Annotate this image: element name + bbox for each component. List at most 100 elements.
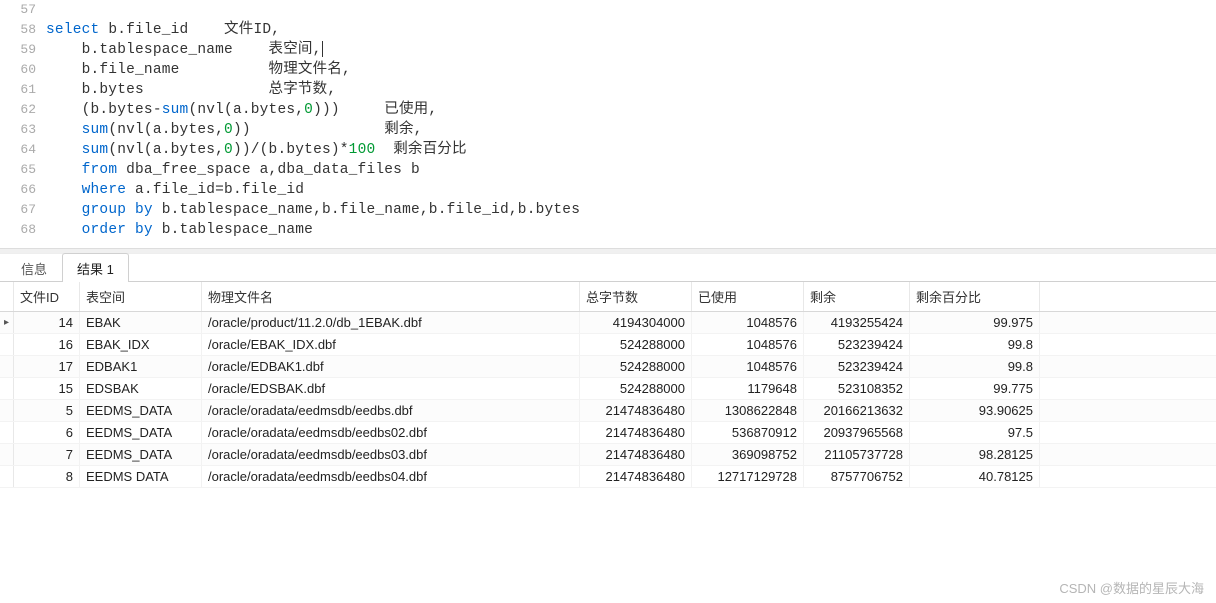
col-file-name[interactable]: 物理文件名 [202,282,580,311]
code-text[interactable]: where a.file_id=b.file_id [46,180,304,200]
code-line[interactable]: 58select b.file_id 文件ID, [0,20,1216,40]
cell-ts[interactable]: EBAK_IDX [80,334,202,355]
cell-id[interactable]: 17 [14,356,80,377]
code-line[interactable]: 62 (b.bytes-sum(nvl(a.bytes,0))) 已使用, [0,100,1216,120]
cell-fr[interactable]: 523239424 [804,356,910,377]
cell-fr[interactable]: 523108352 [804,378,910,399]
cell-fr[interactable]: 21105737728 [804,444,910,465]
code-line[interactable]: 66 where a.file_id=b.file_id [0,180,1216,200]
cell-id[interactable]: 6 [14,422,80,443]
cell-fn[interactable]: /oracle/oradata/eedmsdb/eedbs02.dbf [202,422,580,443]
cell-id[interactable]: 8 [14,466,80,487]
col-free-pct[interactable]: 剩余百分比 [910,282,1040,311]
code-text[interactable]: order by b.tablespace_name [46,220,313,240]
cell-ts[interactable]: EEDMS_DATA [80,422,202,443]
table-row[interactable]: 17EDBAK1/oracle/EDBAK1.dbf52428800010485… [0,356,1216,378]
cell-ts[interactable]: EDBAK1 [80,356,202,377]
cell-fr[interactable]: 4193255424 [804,312,910,333]
table-row[interactable]: 7EEDMS_DATA/oracle/oradata/eedmsdb/eedbs… [0,444,1216,466]
col-file-id[interactable]: 文件ID [14,282,80,311]
cell-us[interactable]: 1048576 [692,356,804,377]
cell-fn[interactable]: /oracle/oradata/eedmsdb/eedbs04.dbf [202,466,580,487]
cell-us[interactable]: 1048576 [692,312,804,333]
table-row[interactable]: 15EDSBAK/oracle/EDSBAK.dbf52428800011796… [0,378,1216,400]
code-line[interactable]: 65 from dba_free_space a,dba_data_files … [0,160,1216,180]
cell-fn[interactable]: /oracle/product/11.2.0/db_1EBAK.dbf [202,312,580,333]
code-line[interactable]: 60 b.file_name 物理文件名, [0,60,1216,80]
results-grid[interactable]: 文件ID 表空间 物理文件名 总字节数 已使用 剩余 剩余百分比 ▸14EBAK… [0,282,1216,488]
code-text[interactable]: b.tablespace_name 表空间, [46,40,323,60]
cell-us[interactable]: 1048576 [692,334,804,355]
cell-fn[interactable]: /oracle/oradata/eedmsdb/eedbs03.dbf [202,444,580,465]
cell-us[interactable]: 1179648 [692,378,804,399]
cell-tb[interactable]: 21474836480 [580,422,692,443]
grid-header-row: 文件ID 表空间 物理文件名 总字节数 已使用 剩余 剩余百分比 [0,282,1216,312]
col-total-bytes[interactable]: 总字节数 [580,282,692,311]
cell-pc[interactable]: 99.975 [910,312,1040,333]
cell-tb[interactable]: 4194304000 [580,312,692,333]
cell-id[interactable]: 16 [14,334,80,355]
cell-tb[interactable]: 21474836480 [580,400,692,421]
code-line[interactable]: 64 sum(nvl(a.bytes,0))/(b.bytes)*100 剩余百… [0,140,1216,160]
cell-tb[interactable]: 524288000 [580,356,692,377]
code-text[interactable]: sum(nvl(a.bytes,0))/(b.bytes)*100 剩余百分比 [46,140,467,160]
cell-pc[interactable]: 99.8 [910,356,1040,377]
col-free[interactable]: 剩余 [804,282,910,311]
cell-ts[interactable]: EEDMS DATA [80,466,202,487]
cell-fr[interactable]: 20937965568 [804,422,910,443]
cell-id[interactable]: 14 [14,312,80,333]
sql-editor[interactable]: 5758select b.file_id 文件ID,59 b.tablespac… [0,0,1216,248]
table-row[interactable]: 6EEDMS_DATA/oracle/oradata/eedmsdb/eedbs… [0,422,1216,444]
table-row[interactable]: 5EEDMS_DATA/oracle/oradata/eedmsdb/eedbs… [0,400,1216,422]
cell-fn[interactable]: /oracle/EDBAK1.dbf [202,356,580,377]
cell-fn[interactable]: /oracle/oradata/eedmsdb/eedbs.dbf [202,400,580,421]
cell-us[interactable]: 1308622848 [692,400,804,421]
code-line[interactable]: 68 order by b.tablespace_name [0,220,1216,240]
col-tablespace[interactable]: 表空间 [80,282,202,311]
cell-us[interactable]: 12717129728 [692,466,804,487]
code-line[interactable]: 67 group by b.tablespace_name,b.file_nam… [0,200,1216,220]
cell-fn[interactable]: /oracle/EBAK_IDX.dbf [202,334,580,355]
col-used[interactable]: 已使用 [692,282,804,311]
cell-id[interactable]: 5 [14,400,80,421]
cell-tb[interactable]: 524288000 [580,378,692,399]
code-text[interactable]: group by b.tablespace_name,b.file_name,b… [46,200,580,220]
cell-ts[interactable]: EEDMS_DATA [80,400,202,421]
cell-tb[interactable]: 524288000 [580,334,692,355]
cell-ts[interactable]: EDSBAK [80,378,202,399]
cell-ts[interactable]: EBAK [80,312,202,333]
table-row[interactable]: 16EBAK_IDX/oracle/EBAK_IDX.dbf5242880001… [0,334,1216,356]
cell-fr[interactable]: 20166213632 [804,400,910,421]
line-number: 58 [0,20,46,40]
code-text[interactable]: (b.bytes-sum(nvl(a.bytes,0))) 已使用, [46,100,437,120]
code-line[interactable]: 63 sum(nvl(a.bytes,0)) 剩余, [0,120,1216,140]
code-line[interactable]: 59 b.tablespace_name 表空间, [0,40,1216,60]
cell-us[interactable]: 369098752 [692,444,804,465]
cell-pc[interactable]: 98.28125 [910,444,1040,465]
cell-fr[interactable]: 523239424 [804,334,910,355]
code-text[interactable]: sum(nvl(a.bytes,0)) 剩余, [46,120,423,140]
cell-us[interactable]: 536870912 [692,422,804,443]
cell-id[interactable]: 7 [14,444,80,465]
cell-tb[interactable]: 21474836480 [580,466,692,487]
code-text[interactable]: b.file_name 物理文件名, [46,60,351,80]
code-line[interactable]: 57 [0,0,1216,20]
cell-pc[interactable]: 99.775 [910,378,1040,399]
cell-id[interactable]: 15 [14,378,80,399]
code-line[interactable]: 61 b.bytes 总字节数, [0,80,1216,100]
cell-fr[interactable]: 8757706752 [804,466,910,487]
cell-tb[interactable]: 21474836480 [580,444,692,465]
cell-fn[interactable]: /oracle/EDSBAK.dbf [202,378,580,399]
cell-pc[interactable]: 99.8 [910,334,1040,355]
cell-pc[interactable]: 40.78125 [910,466,1040,487]
code-text[interactable]: b.bytes 总字节数, [46,80,336,100]
table-row[interactable]: ▸14EBAK/oracle/product/11.2.0/db_1EBAK.d… [0,312,1216,334]
code-text[interactable]: from dba_free_space a,dba_data_files b [46,160,420,180]
tab-result-1[interactable]: 结果 1 [62,253,129,282]
cell-pc[interactable]: 93.90625 [910,400,1040,421]
cell-pc[interactable]: 97.5 [910,422,1040,443]
table-row[interactable]: 8EEDMS DATA/oracle/oradata/eedmsdb/eedbs… [0,466,1216,488]
code-text[interactable]: select b.file_id 文件ID, [46,20,280,40]
cell-ts[interactable]: EEDMS_DATA [80,444,202,465]
tab-info[interactable]: 信息 [6,253,62,282]
